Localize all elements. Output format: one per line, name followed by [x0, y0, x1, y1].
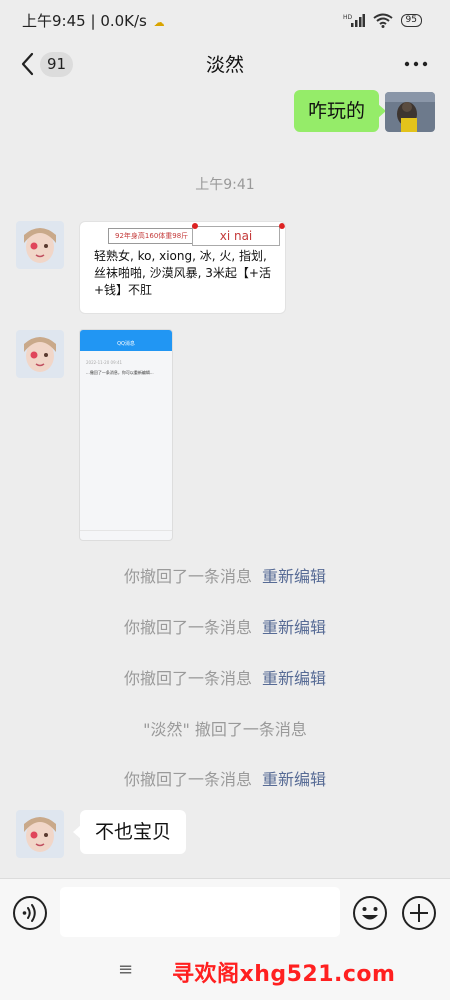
image-tag-name: xi nai: [192, 226, 280, 246]
system-nav-bar: ≡ 寻欢阁xhg521.com: [0, 946, 450, 1000]
image-message[interactable]: 92年身高160体重98斤 xi nai 轻熟女, ko, xiong, 冰, …: [79, 221, 286, 314]
reedit-link[interactable]: 重新编辑: [262, 669, 326, 688]
reedit-link[interactable]: 重新编辑: [262, 770, 326, 789]
recall-notice: 你撤回了一条消息 重新编辑: [0, 614, 450, 638]
recall-notice: 你撤回了一条消息 重新编辑: [0, 766, 450, 790]
battery-indicator: 95: [400, 13, 422, 27]
received-message-bubble[interactable]: 不也宝贝: [72, 810, 187, 854]
message-text-input[interactable]: [60, 887, 340, 937]
notification-icon: ☁: [153, 16, 165, 29]
status-right: HD 95: [343, 10, 422, 30]
status-bar: 上午9:45 | 0.0K/s ☁ HD 95: [0, 0, 450, 40]
add-more-icon[interactable]: [401, 895, 437, 931]
recall-notice-text: 你撤回了一条消息: [123, 770, 252, 789]
chat-title: 淡然: [205, 54, 244, 76]
contact-avatar[interactable]: [16, 810, 64, 858]
network-speed: 0.0K/s: [100, 12, 147, 30]
menu-icon[interactable]: ≡: [118, 959, 133, 980]
reedit-link[interactable]: 重新编辑: [262, 618, 326, 637]
contact-avatar-image: [16, 810, 64, 858]
recall-notice-text: 你撤回了一条消息: [123, 618, 252, 637]
signal-icon: HD: [343, 14, 365, 27]
message-input-bar: [0, 878, 450, 946]
pin-icon: [279, 223, 285, 229]
status-time: 上午9:45: [22, 12, 86, 30]
status-left: 上午9:45 | 0.0K/s ☁: [22, 10, 165, 31]
image-tag-info: 92年身高160体重98斤: [108, 228, 196, 244]
screenshot-title: QQ消息: [117, 341, 135, 347]
recall-notice-text: 你撤回了一条消息: [123, 669, 252, 688]
pin-icon: [192, 223, 198, 229]
svg-text:HD: HD: [343, 14, 353, 21]
screenshot-nav: [80, 530, 172, 540]
message-timestamp: 上午9:41: [195, 177, 255, 193]
contact-recall-notice: "淡然" 撤回了一条消息: [143, 720, 307, 739]
image-caption-text: 轻熟女, ko, xiong, 冰, 火, 指划, 丝袜啪啪, 沙漠风暴, 3米…: [94, 249, 271, 297]
screenshot-image-message[interactable]: QQ消息 2022-11-20 09:41 ...撤回了一条消息，你可以重新编辑…: [79, 329, 173, 541]
watermark-text: 寻欢阁xhg521.com: [172, 962, 396, 987]
contact-avatar[interactable]: [16, 330, 64, 378]
chat-header: 91 淡然: [0, 40, 450, 88]
screenshot-line: ...撤回了一条消息，你可以重新编辑...: [86, 370, 154, 375]
chat-messages[interactable]: 咋玩的 上午9:41 92年身高160体重98斤 xi nai 轻熟女, ko,…: [0, 88, 450, 878]
emoji-icon[interactable]: [352, 895, 388, 931]
contact-avatar-image: [16, 221, 64, 269]
wifi-icon: [372, 13, 393, 28]
recall-notice: 你撤回了一条消息 重新编辑: [0, 563, 450, 587]
recall-notice-text: 你撤回了一条消息: [123, 567, 252, 586]
voice-input-icon[interactable]: [12, 895, 48, 931]
more-options-icon[interactable]: [402, 52, 430, 76]
recall-notice: 你撤回了一条消息 重新编辑: [0, 665, 450, 689]
my-avatar-image: [385, 92, 435, 132]
contact-avatar-image: [16, 330, 64, 378]
screenshot-line: 2022-11-20 09:41: [86, 360, 123, 365]
status-separator: |: [90, 12, 96, 30]
reedit-link[interactable]: 重新编辑: [262, 567, 326, 586]
sent-message-bubble[interactable]: 咋玩的: [293, 90, 387, 132]
contact-avatar[interactable]: [16, 221, 64, 269]
my-avatar[interactable]: [385, 92, 435, 132]
